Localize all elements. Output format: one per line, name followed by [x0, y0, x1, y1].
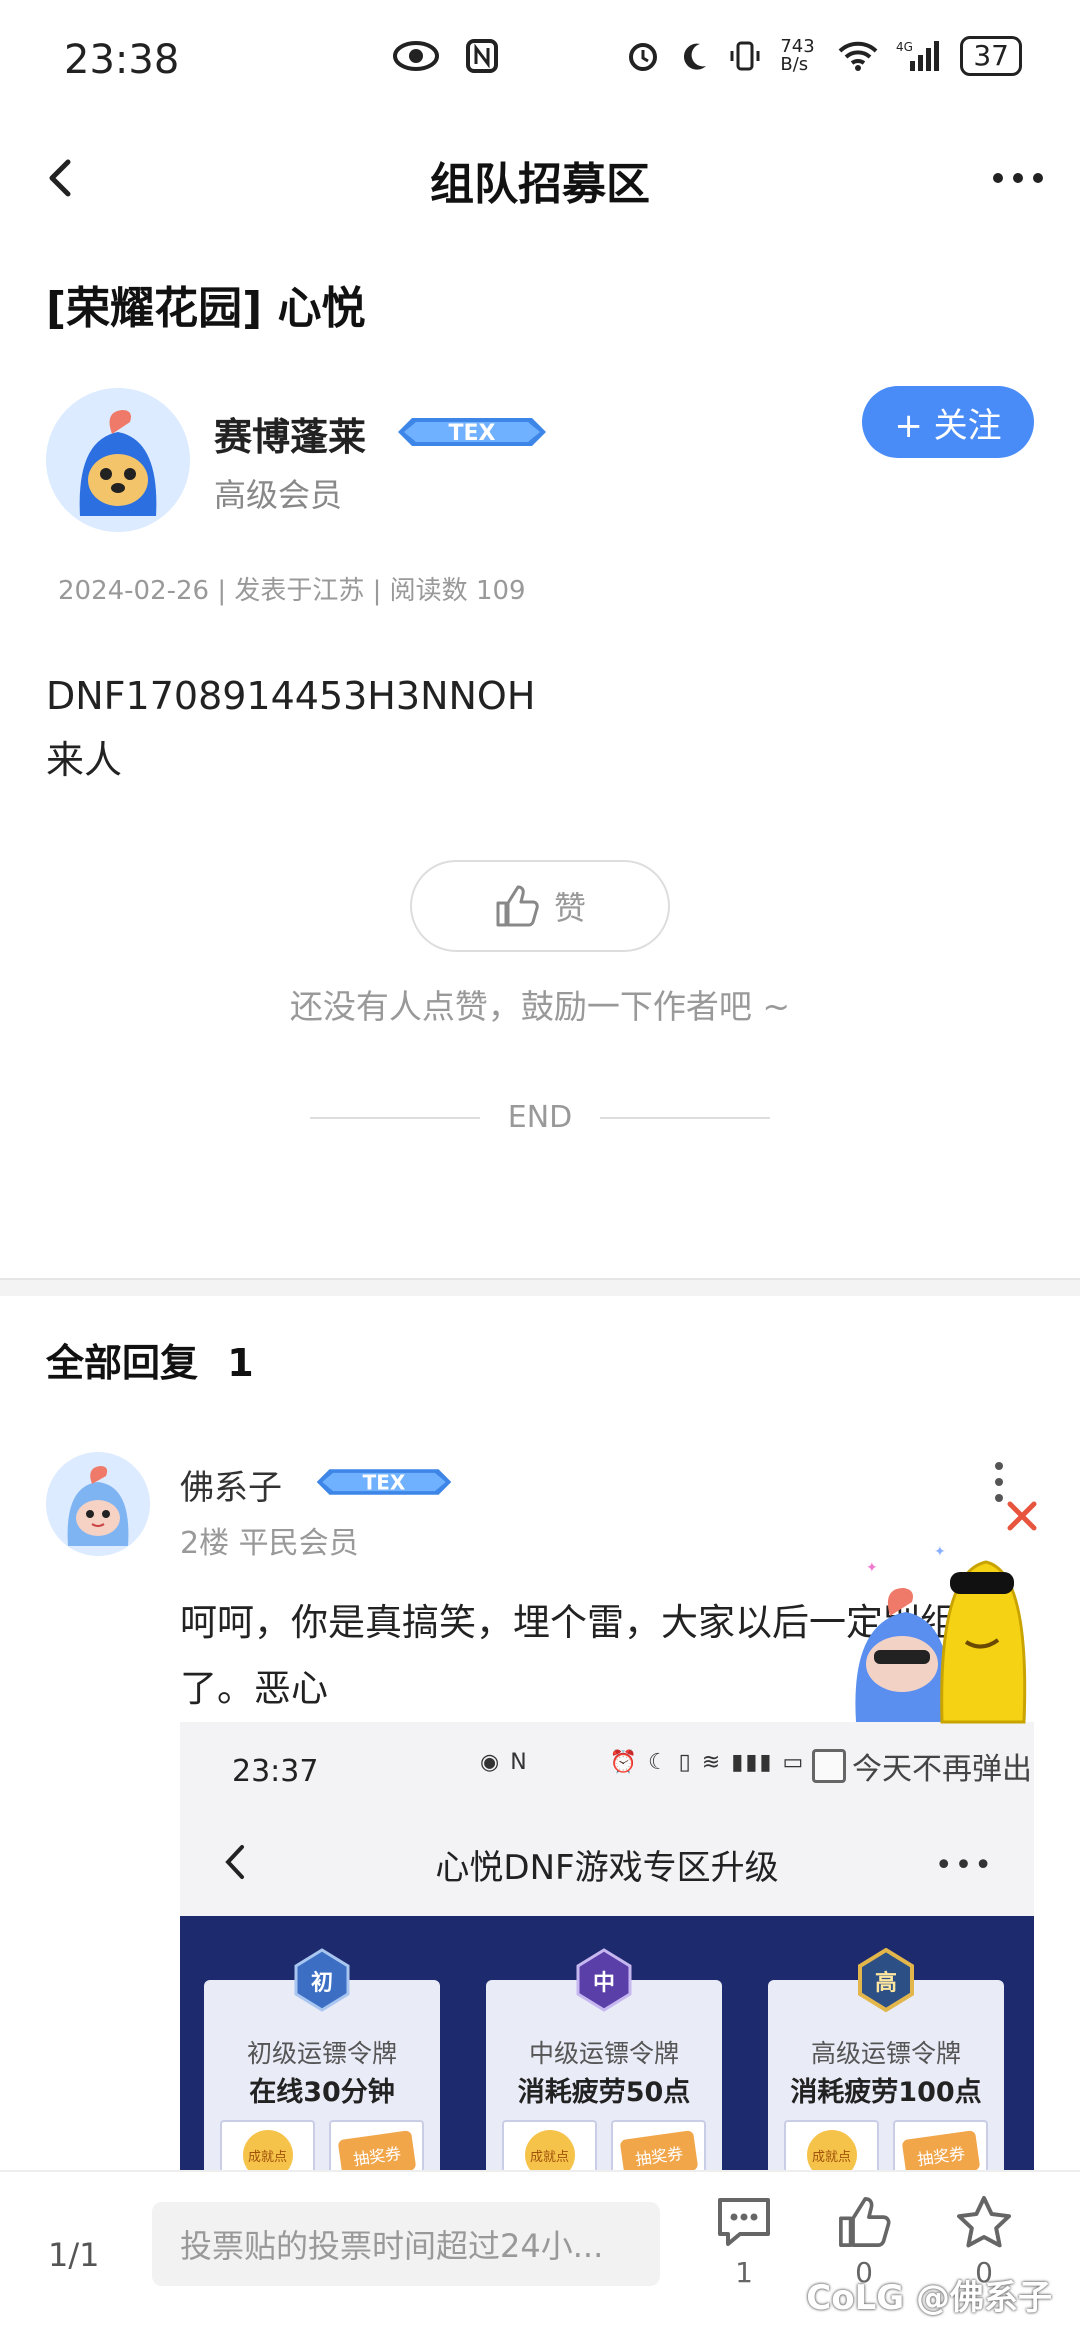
reply-avatar[interactable] [46, 1452, 150, 1556]
net-speed: 743 B/s [780, 36, 815, 75]
cellular-signal-icon: 4G [896, 40, 940, 71]
post-body-line: DNF1708914453H3NNOH [46, 674, 536, 718]
author-member-level: 高级会员 [214, 476, 343, 514]
reply-input[interactable]: 投票贴的投票时间超过24小... [152, 2202, 660, 2286]
token-name: 中级运镖令牌 [528, 2039, 679, 2068]
reply-meta: 2楼 平民会员 [180, 1526, 359, 1561]
token-emblem-icon: 高 [858, 1948, 914, 2012]
author-badge-text: TEX [449, 421, 496, 446]
status-mid-icons [392, 38, 500, 74]
replies-count: 1 [227, 1341, 254, 1385]
more-options-button[interactable] [982, 148, 1054, 208]
token-requirement: 消耗疲劳50点 [517, 2077, 691, 2108]
embed-banner: 初 初级运镖令牌 在线30分钟 成就点 抽奖券 中 中级运镖令牌 消耗疲劳50点… [180, 1916, 1034, 2172]
like-label: 赞 [553, 889, 586, 927]
mascot-avatar-icon [46, 388, 190, 532]
checkbox[interactable] [812, 1749, 846, 1783]
thumbs-up-icon [839, 2197, 891, 2247]
embed-title: 心悦DNF游戏专区升级 [435, 1848, 779, 1888]
mascot-avatar-icon [46, 1452, 150, 1556]
more-dots-icon: ••• [934, 1848, 994, 1883]
lottery-ticket-icon: 抽奖券 [619, 2130, 698, 2172]
post-body-line: 来人 [46, 738, 123, 782]
svg-text:4G: 4G [896, 40, 913, 54]
replies-header-label: 全部回复 [46, 1341, 199, 1385]
post-meta: 2024-02-26 | 发表于江苏 | 阅读数 109 [58, 576, 526, 606]
section-divider [0, 1278, 1080, 1296]
page-title: 组队招募区 [430, 159, 650, 210]
status-time: 23:38 [64, 37, 180, 83]
wifi-icon [838, 41, 878, 71]
reply-image[interactable]: 23:37 ◉ N ⏰ ☾ ▯ ≋ ▮▮▮ ▭ 心悦DNF游戏专区升级 ••• … [180, 1722, 1034, 2172]
token-card: 初 初级运镖令牌 在线30分钟 成就点 抽奖券 [204, 1948, 440, 2172]
reply-author-name[interactable]: 佛系子 [180, 1460, 282, 1509]
divider-line [600, 1116, 771, 1119]
like-hint: 还没有人点赞，鼓励一下作者吧 ~ [289, 987, 791, 1026]
comment-icon [718, 2198, 770, 2246]
token-name: 高级运镖令牌 [810, 2039, 961, 2068]
battery-indicator: 37 [960, 36, 1022, 76]
thumbs-up-icon [496, 885, 539, 927]
more-dots-icon [993, 173, 1043, 183]
token-card: 高 高级运镖令牌 消耗疲劳100点 成就点 抽奖券 [768, 1948, 1004, 2172]
divider-line [309, 1116, 480, 1119]
nfc-icon [466, 39, 498, 73]
embed-status-icons: ◉ N ⏰ ☾ ▯ ≋ ▮▮▮ ▭ [480, 1750, 806, 1775]
achievement-points-icon: 成就点 [524, 2130, 575, 2172]
watermark: CoLG @佛系子 [806, 2278, 1052, 2318]
token-emblem-icon: 中 [576, 1948, 632, 2012]
alarm-icon [629, 43, 658, 71]
end-marker: END [0, 1100, 1080, 1135]
comment-button[interactable]: 1 [704, 2194, 784, 2289]
reply-level-badge: TEX [306, 1462, 462, 1502]
dont-show-today-option[interactable]: 今天不再弹出 [812, 1744, 1032, 1788]
moon-icon [684, 43, 707, 70]
token-name: 初级运镖令牌 [246, 2039, 397, 2068]
achievement-points-icon: 成就点 [242, 2130, 293, 2172]
mascot-sticker-icon[interactable]: ✦ ✦ [846, 1532, 1042, 1732]
author-name[interactable]: 赛博蓬莱 [214, 406, 366, 461]
status-right-icons: 743 B/s 4G 37 [626, 36, 1022, 76]
close-icon[interactable] [1002, 1496, 1042, 1536]
svg-text:高: 高 [875, 1970, 897, 1996]
post-title: [荣耀花园] 心悦 [46, 283, 366, 334]
lottery-ticket-icon: 抽奖券 [337, 2130, 416, 2172]
eye-icon [393, 41, 439, 71]
token-emblem-icon: 初 [294, 1948, 350, 2012]
top-nav: 组队招募区 [0, 130, 1080, 226]
reply-badge-text: TEX [363, 1470, 406, 1494]
token-requirement: 在线30分钟 [249, 2077, 395, 2108]
svg-text:中: 中 [593, 1971, 615, 1996]
star-icon [957, 2196, 1011, 2248]
replies-header: 全部回复 1 [46, 1332, 254, 1387]
comment-count: 1 [735, 2256, 753, 2289]
token-card: 中 中级运镖令牌 消耗疲劳50点 成就点 抽奖券 [486, 1948, 722, 2172]
vibrate-icon [730, 41, 760, 71]
author-avatar[interactable] [46, 388, 190, 532]
end-text: END [507, 1100, 573, 1135]
embed-status-time: 23:37 [232, 1754, 319, 1789]
like-button[interactable]: 赞 [410, 860, 670, 952]
dont-show-today-label: 今天不再弹出 [852, 1752, 1032, 1787]
svg-text:初: 初 [311, 1970, 333, 1996]
achievement-points-icon: 成就点 [806, 2130, 857, 2172]
follow-button[interactable]: + 关注 [862, 386, 1034, 458]
page-indicator[interactable]: 1/1 [48, 2236, 100, 2274]
token-requirement: 消耗疲劳100点 [790, 2077, 982, 2108]
svg-text:✦: ✦ [934, 1544, 946, 1560]
lottery-ticket-icon: 抽奖券 [901, 2130, 980, 2172]
author-level-badge: TEX [394, 410, 550, 454]
svg-text:✦: ✦ [866, 1560, 878, 1576]
post-body: DNF1708914453H3NNOH 来人 [46, 664, 535, 792]
